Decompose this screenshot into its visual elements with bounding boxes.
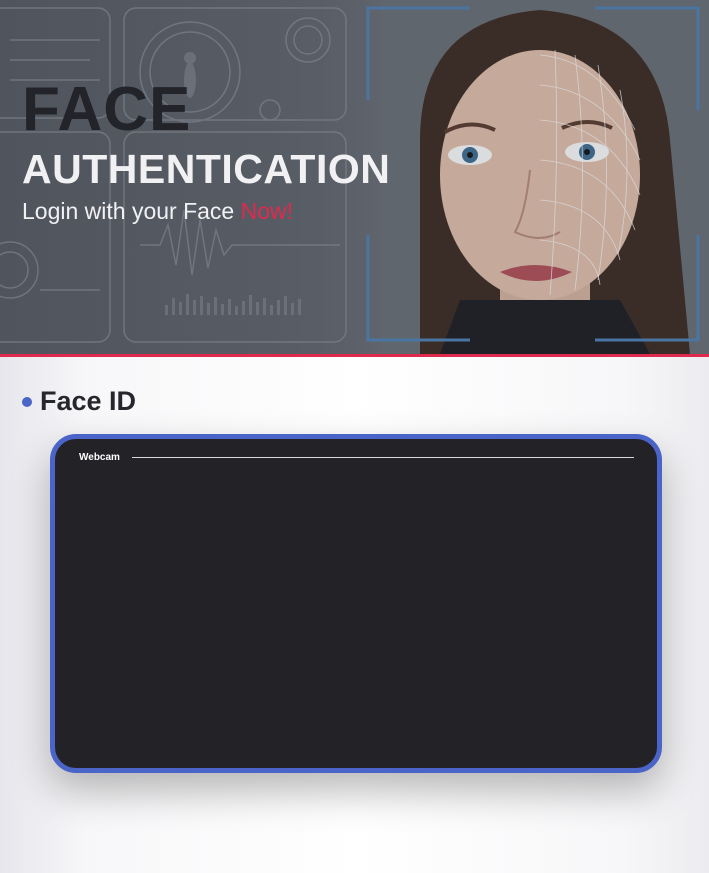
hero-title-face: FACE <box>22 75 192 144</box>
hero-subtitle: Login with your Face Now! <box>22 197 293 225</box>
section-bullet-icon <box>22 397 32 407</box>
hero-title-authentication: AUTHENTICATION <box>22 146 391 192</box>
section-title: Face ID <box>40 386 137 416</box>
hero-banner: FACE AUTHENTICATION Login with your Face… <box>0 0 709 354</box>
webcam-legend-divider <box>132 457 634 458</box>
hero-subtitle-highlight: Now! <box>240 198 294 224</box>
hero-subtitle-text: Login with your Face <box>22 198 241 224</box>
webcam-legend: Webcam <box>79 452 120 463</box>
webcam-panel[interactable]: Webcam <box>50 434 662 773</box>
